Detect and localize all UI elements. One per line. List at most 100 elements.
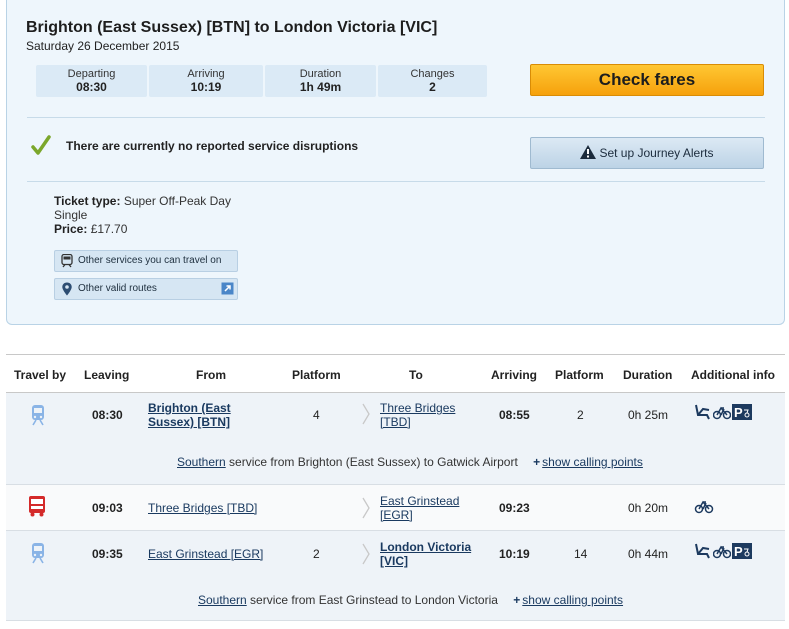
- leaving-time: 08:30: [92, 408, 123, 422]
- price-label: Price:: [54, 222, 88, 236]
- chevron-right-icon: [362, 497, 370, 519]
- arrival-platform: 14: [574, 547, 588, 561]
- arrival-platform: 2: [577, 408, 584, 422]
- service-info: Southern service from Brighton (East Sus…: [177, 455, 643, 469]
- chevron-right-icon: [362, 543, 370, 565]
- journey-stats: Departing 08:30 Arriving 10:19 Duration …: [36, 65, 487, 97]
- warning-icon: [580, 145, 597, 159]
- route-title: Brighton (East Sussex) [BTN] to London V…: [26, 19, 438, 36]
- stat-value: 08:30: [76, 80, 107, 94]
- from-station: East Grinstead [EGR]: [148, 547, 263, 561]
- departure-platform: 2: [313, 547, 320, 561]
- calling-points-link[interactable]: show calling points: [542, 455, 643, 469]
- check-fares-button[interactable]: Check fares: [530, 64, 764, 96]
- amenities: P: [694, 543, 752, 559]
- from-station-link[interactable]: East Grinstead [EGR]: [148, 547, 263, 561]
- col-duration: Duration: [623, 368, 673, 382]
- to-station-link[interactable]: Three Bridges [TBD]: [380, 401, 455, 429]
- other-services-label: Other services you can travel on: [78, 255, 222, 266]
- table-row: 09:35 East Grinstead [EGR] 2 London Vict…: [6, 531, 785, 621]
- ticket-type-value: Super Off-Peak Day: [123, 194, 231, 208]
- col-arriving: Arriving: [491, 368, 538, 382]
- chevron-right-icon: [362, 403, 370, 425]
- from-station: Three Bridges [TBD]: [148, 501, 257, 515]
- leaving-time: 09:03: [92, 501, 123, 515]
- leg-duration: 0h 20m: [628, 501, 669, 515]
- ticket-type-label: Ticket type:: [54, 194, 121, 208]
- leg-duration: 0h 44m: [628, 547, 669, 561]
- svg-text:P: P: [734, 405, 743, 420]
- stat-value: 10:19: [190, 80, 222, 94]
- train-icon: [32, 543, 44, 564]
- svg-text:P: P: [734, 544, 743, 559]
- departure-platform: 4: [313, 408, 320, 422]
- disruption-status: There are currently no reported service …: [66, 139, 359, 153]
- from-station: Brighton (East Sussex) [BTN]: [148, 401, 231, 429]
- service-description: service from East Grinstead to London Vi…: [246, 593, 498, 607]
- map-pin-icon: [62, 282, 72, 296]
- to-station: London Victoria [VIC]: [380, 540, 471, 568]
- journey-date: Saturday 26 December 2015: [26, 39, 180, 53]
- other-services-button[interactable]: Other services you can travel on: [54, 250, 238, 272]
- stat-arriving: Arriving 10:19: [149, 65, 263, 97]
- table-row: 09:03 Three Bridges [TBD] East Grinstead…: [6, 485, 785, 531]
- bus-icon: [29, 496, 45, 517]
- stat-duration: Duration 1h 49m: [265, 65, 376, 97]
- ticket-type-value-2: Single: [54, 208, 88, 222]
- col-travel-by: Travel by: [14, 368, 67, 382]
- plus-icon: +: [533, 455, 541, 469]
- bicycle-icon: [713, 545, 731, 559]
- table-row: 08:30 Brighton (East Sussex) [BTN] 4 Thre…: [6, 393, 785, 485]
- ticket-info: Ticket type: Super Off-Peak Day Single P…: [54, 194, 231, 236]
- col-to: To: [409, 368, 423, 382]
- seat-icon: [695, 404, 710, 420]
- stat-value: 1h 49m: [299, 80, 342, 94]
- other-routes-label: Other valid routes: [78, 283, 157, 294]
- divider: [27, 181, 765, 182]
- train-icon: [32, 405, 44, 426]
- journey-alerts-button[interactable]: Set up Journey Alerts: [530, 137, 764, 169]
- arrival-time: 09:23: [499, 501, 530, 515]
- train-icon: [61, 254, 73, 268]
- from-station-link[interactable]: Brighton (East Sussex) [BTN]: [148, 401, 231, 429]
- stat-departing: Departing 08:30: [36, 65, 147, 97]
- plus-icon: +: [513, 593, 521, 607]
- journey-legs-table: Travel by Leaving From Platform To Arriv…: [6, 354, 785, 621]
- journey-alerts-label: Set up Journey Alerts: [599, 146, 714, 160]
- seat-icon: [695, 543, 710, 559]
- col-platform: Platform: [292, 368, 341, 382]
- journey-summary-panel: Brighton (East Sussex) [BTN] to London V…: [6, 0, 785, 325]
- external-link-icon: [221, 282, 234, 295]
- to-station: East Grinstead [EGR]: [380, 494, 459, 522]
- amenities: P: [694, 404, 752, 420]
- bicycle-icon: [713, 406, 731, 420]
- other-routes-button[interactable]: Other valid routes: [54, 278, 238, 300]
- checkmark-icon: [31, 135, 51, 155]
- col-leaving: Leaving: [84, 368, 130, 382]
- col-additional-info: Additional info: [691, 368, 775, 382]
- service-description: service from Brighton (East Sussex) to G…: [225, 455, 518, 469]
- arrival-time: 08:55: [499, 408, 530, 422]
- to-station: Three Bridges [TBD]: [380, 401, 455, 429]
- col-platform-arrival: Platform: [555, 368, 604, 382]
- parking-icon: P: [732, 404, 752, 420]
- divider: [27, 117, 765, 118]
- col-from: From: [196, 368, 226, 382]
- calling-points-link[interactable]: show calling points: [522, 593, 623, 607]
- bicycle-icon: [694, 500, 714, 514]
- operator-link[interactable]: Southern: [177, 455, 226, 469]
- to-station-link[interactable]: East Grinstead [EGR]: [380, 494, 459, 522]
- price-value: £17.70: [90, 222, 128, 236]
- table-header: Travel by Leaving From Platform To Arriv…: [6, 354, 785, 393]
- arrival-time: 10:19: [499, 547, 530, 561]
- amenities: [694, 498, 714, 514]
- leg-duration: 0h 25m: [628, 408, 669, 422]
- parking-icon: P: [732, 543, 752, 559]
- stat-value: 2: [429, 80, 436, 94]
- operator-link[interactable]: Southern: [198, 593, 247, 607]
- stat-changes: Changes 2: [378, 65, 487, 97]
- leaving-time: 09:35: [92, 547, 123, 561]
- service-info: Southern service from East Grinstead to …: [198, 593, 623, 607]
- to-station-link[interactable]: London Victoria [VIC]: [380, 540, 471, 568]
- from-station-link[interactable]: Three Bridges [TBD]: [148, 501, 257, 515]
